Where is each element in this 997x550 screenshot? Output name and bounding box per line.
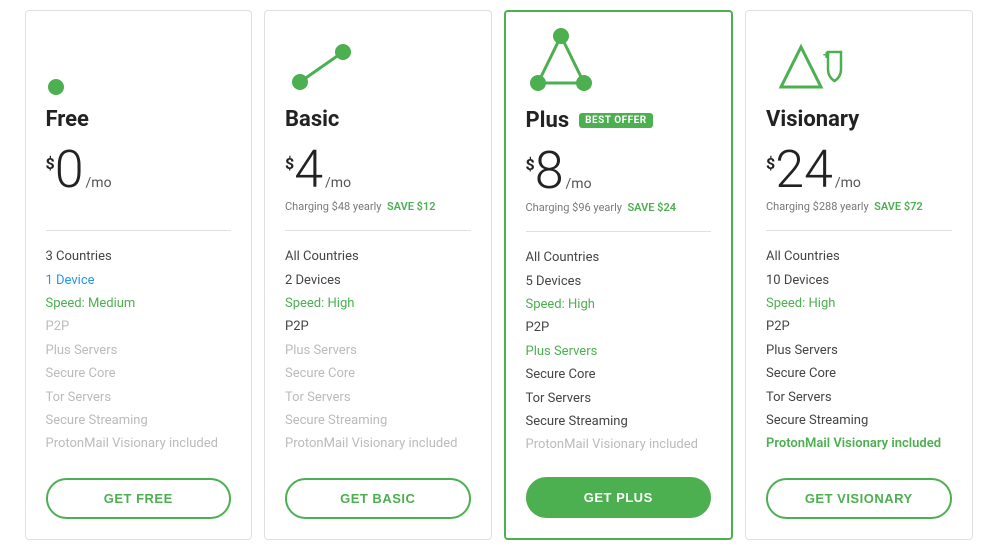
feature-plus-0: All Countries [526, 246, 712, 269]
divider-basic [285, 230, 471, 231]
features-list-free: 3 Countries 1 Device Speed: Medium P2P P… [46, 245, 232, 458]
features-list-visionary: All Countries 10 Devices Speed: High P2P… [766, 245, 952, 458]
price-period-plus: /mo [566, 176, 592, 192]
billing-info-free [46, 200, 232, 216]
feature-visionary-5: Secure Core [766, 362, 952, 385]
plan-icon-visionary: + [766, 27, 952, 97]
feature-plus-5: Secure Core [526, 363, 712, 386]
billing-info-basic: Charging $48 yearly SAVE $12 [285, 200, 471, 216]
feature-plus-6: Tor Servers [526, 387, 712, 410]
save-text-visionary: SAVE $72 [874, 200, 923, 213]
plan-name-visionary: Visionary [766, 107, 859, 132]
feature-plus-8: ProtonMail Visionary included [526, 433, 712, 456]
feature-visionary-2: Speed: High [766, 292, 952, 315]
feature-visionary-6: Tor Servers [766, 386, 952, 409]
price-period-free: /mo [86, 175, 112, 191]
pricing-container: Free $ 0 /mo 3 Countries 1 Device Speed:… [9, 0, 989, 550]
feature-visionary-8: ProtonMail Visionary included [766, 432, 952, 455]
plan-icon-basic [285, 27, 471, 97]
feature-basic-4: Plus Servers [285, 339, 471, 362]
divider-plus [526, 231, 712, 232]
billing-text-visionary: Charging $288 yearly [766, 200, 869, 213]
feature-visionary-7: Secure Streaming [766, 409, 952, 432]
price-amount-basic: 4 [294, 144, 323, 196]
plan-header-plus: Plus BEST OFFER [526, 108, 712, 133]
price-amount-free: 0 [55, 144, 84, 196]
plan-header-basic: Basic [285, 107, 471, 132]
feature-plus-3: P2P [526, 316, 712, 339]
feature-visionary-0: All Countries [766, 245, 952, 268]
feature-basic-3: P2P [285, 315, 471, 338]
feature-visionary-1: 10 Devices [766, 269, 952, 292]
price-row-visionary: $ 24 /mo [766, 144, 952, 196]
save-text-basic: SAVE $12 [387, 200, 436, 213]
plan-button-basic[interactable]: GET BASIC [285, 478, 471, 519]
plan-name-basic: Basic [285, 107, 339, 132]
price-dollar-basic: $ [285, 154, 294, 173]
feature-free-5: Secure Core [46, 362, 232, 385]
feature-plus-1: 5 Devices [526, 270, 712, 293]
price-amount-visionary: 24 [775, 144, 833, 196]
feature-free-4: Plus Servers [46, 339, 232, 362]
price-amount-plus: 8 [535, 145, 564, 197]
price-period-basic: /mo [325, 175, 351, 191]
price-dollar-free: $ [46, 154, 55, 173]
price-row-basic: $ 4 /mo [285, 144, 471, 196]
feature-visionary-3: P2P [766, 315, 952, 338]
plan-button-free[interactable]: GET FREE [46, 478, 232, 519]
plan-name-free: Free [46, 107, 89, 132]
features-list-plus: All Countries 5 Devices Speed: High P2P … [526, 246, 712, 457]
price-period-visionary: /mo [835, 175, 861, 191]
feature-basic-5: Secure Core [285, 362, 471, 385]
feature-free-1: 1 Device [46, 269, 232, 292]
plan-icon-free [46, 27, 232, 97]
save-text-plus: SAVE $24 [627, 201, 676, 214]
price-row-plus: $ 8 /mo [526, 145, 712, 197]
price-dollar-visionary: $ [766, 154, 775, 173]
feature-basic-1: 2 Devices [285, 269, 471, 292]
plan-card-basic: Basic $ 4 /mo Charging $48 yearly SAVE $… [264, 10, 492, 540]
billing-text-plus: Charging $96 yearly [526, 201, 623, 214]
feature-basic-8: ProtonMail Visionary included [285, 432, 471, 455]
feature-basic-0: All Countries [285, 245, 471, 268]
feature-basic-7: Secure Streaming [285, 409, 471, 432]
feature-free-2: Speed: Medium [46, 292, 232, 315]
plan-button-visionary[interactable]: GET VISIONARY [766, 478, 952, 519]
feature-free-6: Tor Servers [46, 386, 232, 409]
plan-card-plus: Plus BEST OFFER $ 8 /mo Charging $96 yea… [504, 10, 734, 540]
billing-info-visionary: Charging $288 yearly SAVE $72 [766, 200, 952, 216]
billing-info-plus: Charging $96 yearly SAVE $24 [526, 201, 712, 217]
plan-button-plus[interactable]: GET PLUS [526, 477, 712, 518]
feature-plus-2: Speed: High [526, 293, 712, 316]
plan-name-plus: Plus [526, 108, 570, 133]
plan-card-visionary: + Visionary $ 24 /mo Charging $288 yearl… [745, 10, 973, 540]
divider-free [46, 230, 232, 231]
feature-plus-7: Secure Streaming [526, 410, 712, 433]
plan-card-free: Free $ 0 /mo 3 Countries 1 Device Speed:… [25, 10, 253, 540]
plan-header-free: Free [46, 107, 232, 132]
price-row-free: $ 0 /mo [46, 144, 232, 196]
billing-text-basic: Charging $48 yearly [285, 200, 382, 213]
feature-free-3: P2P [46, 315, 232, 338]
plan-icon-plus [526, 28, 712, 98]
feature-basic-6: Tor Servers [285, 386, 471, 409]
feature-free-0: 3 Countries [46, 245, 232, 268]
feature-basic-2: Speed: High [285, 292, 471, 315]
best-offer-badge: BEST OFFER [579, 113, 653, 128]
svg-text:+: + [823, 48, 830, 62]
feature-free-7: Secure Streaming [46, 409, 232, 432]
feature-plus-4: Plus Servers [526, 340, 712, 363]
divider-visionary [766, 230, 952, 231]
feature-free-8: ProtonMail Visionary included [46, 432, 232, 455]
feature-visionary-4: Plus Servers [766, 339, 952, 362]
features-list-basic: All Countries 2 Devices Speed: High P2P … [285, 245, 471, 458]
plan-header-visionary: Visionary [766, 107, 952, 132]
price-dollar-plus: $ [526, 155, 535, 174]
